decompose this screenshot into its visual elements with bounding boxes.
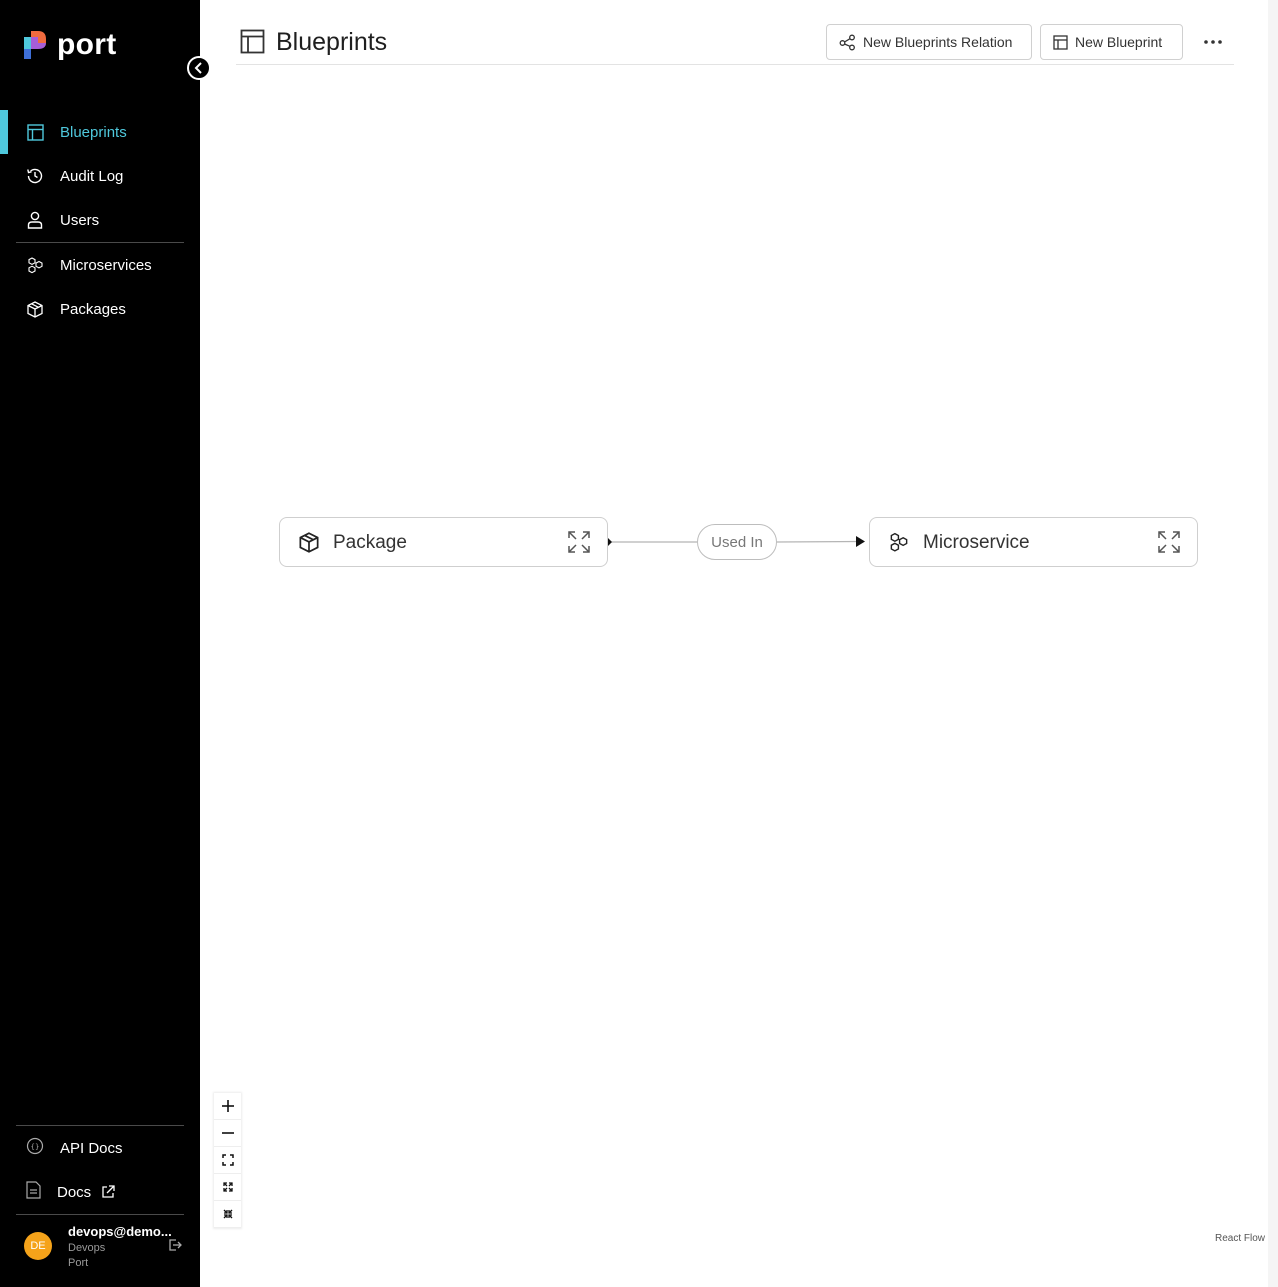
expand-node-icon[interactable] [1158, 531, 1180, 558]
fit-view-icon [221, 1154, 234, 1166]
expand-all-button[interactable] [214, 1174, 241, 1201]
sidebar-footer: {} API Docs Docs [0, 1125, 200, 1215]
sidebar-item-api-docs[interactable]: {} API Docs [0, 1126, 200, 1170]
main-nav: Blueprints Audit Log Users Microservices [0, 110, 200, 331]
sidebar-item-label: Microservices [60, 256, 152, 274]
blueprint-icon [1053, 34, 1068, 50]
sidebar-item-label: Packages [60, 300, 126, 318]
avatar[interactable]: DE [24, 1232, 52, 1260]
blueprint-graph-canvas[interactable]: Package Used In Microservice React Flow [200, 66, 1268, 1287]
logo-text: port [57, 28, 117, 61]
zoom-out-icon [221, 1132, 234, 1134]
sidebar-item-label: API Docs [60, 1139, 123, 1157]
blueprint-node-microservice[interactable]: Microservice [869, 517, 1198, 567]
microservice-icon [889, 532, 909, 558]
port-logo-icon [24, 31, 46, 59]
blueprint-icon [240, 29, 265, 59]
package-icon [299, 532, 319, 558]
zoom-in-button[interactable] [214, 1093, 241, 1120]
sidebar-item-audit-log[interactable]: Audit Log [0, 154, 200, 198]
node-label: Package [333, 532, 407, 553]
relation-label[interactable]: Used In [697, 524, 777, 560]
expand-icon [222, 1182, 233, 1192]
microservice-icon [26, 256, 44, 274]
more-options-button[interactable] [1198, 30, 1228, 54]
graph-controls [214, 1093, 241, 1228]
sidebar-item-users[interactable]: Users [0, 198, 200, 242]
relation-edge [776, 540, 861, 543]
collapse-icon [223, 1209, 232, 1219]
collapse-sidebar-button[interactable] [187, 56, 211, 80]
button-label: New Blueprints Relation [863, 34, 1013, 50]
sidebar-item-microservices[interactable]: Microservices [0, 243, 200, 287]
blueprint-node-package[interactable]: Package [279, 517, 608, 567]
zoom-in-icon [221, 1100, 234, 1112]
page-title: Blueprints [276, 28, 388, 56]
sidebar-item-label: Users [60, 211, 100, 229]
user-email: devops@demo... [68, 1224, 172, 1239]
user-org: Port [68, 1257, 89, 1269]
document-icon [26, 1180, 41, 1204]
port-logo[interactable]: port [22, 28, 117, 62]
fit-view-button[interactable] [214, 1147, 241, 1174]
history-icon [26, 167, 44, 185]
node-label: Microservice [923, 532, 1030, 553]
sidebar-item-packages[interactable]: Packages [0, 287, 200, 331]
vertical-scrollbar[interactable] [1268, 0, 1278, 1287]
page-header: Blueprints New Blueprints Relation New B… [236, 20, 1234, 65]
external-link-icon [101, 1185, 115, 1199]
blueprint-icon [26, 123, 44, 141]
chevron-left-icon [194, 62, 202, 74]
logout-icon[interactable] [168, 1238, 182, 1257]
more-horizontal-icon [1204, 40, 1222, 44]
sidebar-item-label: Blueprints [60, 123, 127, 141]
api-icon: {} [26, 1137, 44, 1160]
sidebar-item-label: Docs [57, 1183, 92, 1201]
edge-arrow-marker [856, 536, 865, 547]
new-blueprints-relation-button[interactable]: New Blueprints Relation [826, 24, 1032, 60]
sidebar-item-docs[interactable]: Docs [0, 1170, 200, 1214]
user-icon [26, 211, 44, 229]
user-profile[interactable]: DE devops@demo... Devops Port [0, 1215, 200, 1275]
collapse-all-button[interactable] [214, 1201, 241, 1228]
new-blueprint-button[interactable]: New Blueprint [1040, 24, 1183, 60]
relation-icon [839, 34, 856, 51]
sidebar-item-label: Audit Log [60, 167, 124, 185]
svg-text:{}: {} [31, 1143, 40, 1151]
package-icon [26, 300, 44, 318]
react-flow-attribution[interactable]: React Flow [1215, 1233, 1265, 1244]
graph-edges [602, 536, 865, 547]
sidebar: port Blueprints Audit Log Users Microser… [0, 0, 200, 1287]
zoom-out-button[interactable] [214, 1120, 241, 1147]
sidebar-item-blueprints[interactable]: Blueprints [0, 110, 200, 154]
user-role: Devops [68, 1242, 106, 1254]
expand-node-icon[interactable] [568, 531, 590, 558]
button-label: New Blueprint [1075, 34, 1163, 50]
